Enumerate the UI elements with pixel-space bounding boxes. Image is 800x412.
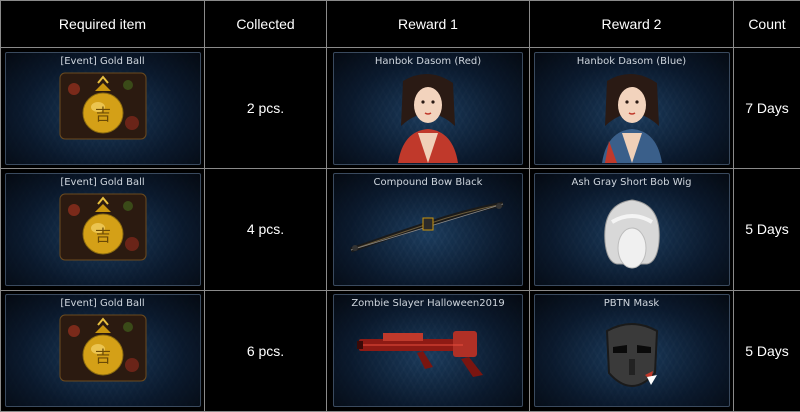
item-name: Zombie Slayer Halloween2019	[351, 298, 505, 310]
header-row: Required item Collected Reward 1 Reward …	[0, 0, 800, 48]
item-card: PBTN Mask	[533, 294, 730, 408]
count-cell: 5 Days	[733, 168, 800, 291]
item-card: Zombie Slayer Halloween2019	[333, 294, 523, 408]
item-card: Hanbok Dasom (Red)	[333, 51, 523, 165]
item-name: [Event] Gold Ball	[60, 176, 145, 188]
compound-bow-icon	[350, 201, 504, 253]
gold-ball-icon: 吉	[59, 314, 146, 382]
reward-1-cell: Compound Bow Black	[326, 168, 530, 291]
gold-ball-icon: 吉	[59, 72, 146, 140]
required-item-cell: [Event] Gold Ball 吉	[0, 168, 205, 291]
item-card: [Event] Gold Ball 吉	[4, 51, 201, 165]
rewards-table: Required item Collected Reward 1 Reward …	[0, 0, 800, 412]
count-cell: 7 Days	[733, 46, 800, 170]
item-card: [Event] Gold Ball 吉	[4, 294, 201, 408]
required-item-cell: [Event] Gold Ball 吉	[0, 46, 205, 170]
reward-1-cell: Hanbok Dasom (Red)	[326, 46, 530, 170]
gold-ball-icon: 吉	[59, 193, 146, 261]
svg-text:吉: 吉	[94, 226, 110, 245]
header-count: Count	[733, 0, 800, 48]
header-reward-2: Reward 2	[529, 0, 734, 48]
item-card: Compound Bow Black	[333, 172, 523, 286]
wig-icon	[603, 199, 660, 269]
item-name: Compound Bow Black	[373, 176, 483, 188]
table-row: [Event] Gold Ball 吉 2 pcs. Hanbok Dasom …	[0, 46, 800, 170]
item-name: Hanbok Dasom (Blue)	[576, 55, 687, 67]
zombie-slayer-gun-icon	[357, 331, 483, 378]
item-name: Hanbok Dasom (Red)	[374, 55, 482, 67]
table-row: [Event] Gold Ball 吉 6 pcs. Zombie Slayer…	[0, 289, 800, 412]
header-collected: Collected	[204, 0, 327, 48]
count-cell: 5 Days	[733, 289, 800, 412]
collected-cell: 2 pcs.	[204, 46, 327, 170]
reward-2-cell: Hanbok Dasom (Blue)	[529, 46, 734, 170]
item-card: Ash Gray Short Bob Wig	[533, 172, 730, 286]
reward-2-cell: PBTN Mask	[529, 289, 734, 412]
item-name: [Event] Gold Ball	[60, 55, 145, 67]
item-name: Ash Gray Short Bob Wig	[571, 176, 692, 188]
hanbok-blue-icon	[601, 73, 662, 163]
table-row: [Event] Gold Ball 吉 4 pcs. Compound Bow …	[0, 168, 800, 291]
item-name: PBTN Mask	[603, 298, 660, 310]
svg-text:吉: 吉	[94, 105, 110, 124]
item-name: [Event] Gold Ball	[60, 298, 145, 310]
svg-text:吉: 吉	[94, 347, 110, 366]
pbtn-mask-icon	[605, 323, 658, 388]
required-item-cell: [Event] Gold Ball 吉	[0, 289, 205, 412]
hanbok-red-icon	[398, 73, 458, 163]
header-required-item: Required item	[0, 0, 205, 48]
item-card: [Event] Gold Ball 吉	[4, 172, 201, 286]
collected-cell: 6 pcs.	[204, 289, 327, 412]
reward-1-cell: Zombie Slayer Halloween2019	[326, 289, 530, 412]
header-reward-1: Reward 1	[326, 0, 530, 48]
item-card: Hanbok Dasom (Blue)	[533, 51, 730, 165]
reward-2-cell: Ash Gray Short Bob Wig	[529, 168, 734, 291]
collected-cell: 4 pcs.	[204, 168, 327, 291]
